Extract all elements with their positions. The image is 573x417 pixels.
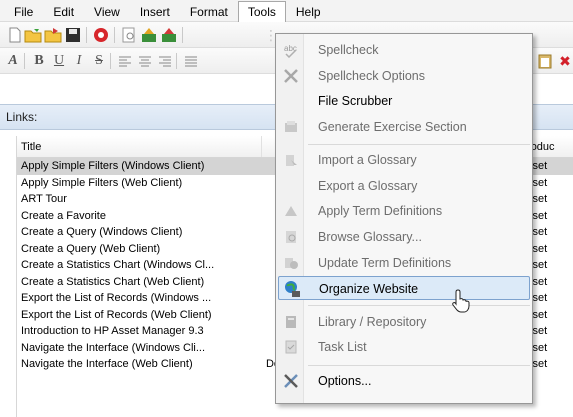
align-center-icon[interactable] <box>136 52 154 70</box>
open-recent-icon[interactable] <box>44 26 62 44</box>
organize-website-icon <box>283 280 301 298</box>
bold-icon[interactable]: B <box>30 52 48 70</box>
preview-icon[interactable] <box>120 26 138 44</box>
menu-item-library-repository[interactable]: Library / Repository <box>278 310 530 334</box>
text-style-icon[interactable]: A <box>4 52 22 70</box>
cell-title: Create a Statistics Chart (Web Client) <box>21 275 205 288</box>
mouse-cursor-icon <box>452 289 470 313</box>
delete-icon[interactable]: ✖ <box>556 52 573 70</box>
menu-edit[interactable]: Edit <box>43 1 84 21</box>
menu-item-spellcheck-options[interactable]: Spellcheck Options <box>278 64 530 88</box>
cell-title: Export the List of Records (Windows ... <box>21 292 212 304</box>
task-list-icon <box>282 338 300 356</box>
menu-item-export-glossary[interactable]: Export a Glossary <box>278 174 530 198</box>
cell-title: Create a Favorite <box>21 209 106 222</box>
menu-tools[interactable]: Tools <box>237 0 286 23</box>
cell-title: Export the List of Records (Web Client) <box>21 308 212 321</box>
browse-glossary-icon <box>282 228 300 246</box>
tools-icon <box>282 67 300 85</box>
new-document-icon[interactable] <box>6 26 24 44</box>
italic-icon[interactable]: I <box>70 52 88 70</box>
spellcheck-icon: abc <box>282 41 300 59</box>
align-left-icon[interactable] <box>116 52 134 70</box>
cell-title: Introduction to HP Asset Manager 9.3 <box>21 325 204 337</box>
import-glossary-icon <box>282 151 300 169</box>
upload-icon[interactable] <box>160 26 178 44</box>
cell-title: ART Tour <box>21 193 67 205</box>
menu-item-task-list[interactable]: Task List <box>278 335 530 359</box>
exercise-icon <box>282 118 300 136</box>
save-icon[interactable] <box>64 26 82 44</box>
align-right-icon[interactable] <box>156 52 174 70</box>
apply-terms-icon <box>282 202 300 220</box>
menu-item-spellcheck[interactable]: abc Spellcheck <box>278 38 530 62</box>
list-icon[interactable] <box>182 52 200 70</box>
menu-item-options[interactable]: Options... <box>278 369 530 393</box>
menu-file[interactable]: File <box>4 1 43 21</box>
tools-menu: abc Spellcheck Spellcheck Options File S… <box>275 33 533 404</box>
cell-title: Create a Query (Web Client) <box>21 242 161 255</box>
menu-item-file-scrubber[interactable]: File Scrubber <box>278 89 530 113</box>
cell-title: Apply Simple Filters (Web Client) <box>21 176 183 189</box>
menu-bar: File Edit View Insert Format Tools Help <box>0 0 573 23</box>
menu-help[interactable]: Help <box>286 1 331 21</box>
menu-item-update-terms[interactable]: Update Term Definitions <box>278 251 530 275</box>
menu-format[interactable]: Format <box>180 1 238 21</box>
menu-item-import-glossary[interactable]: Import a Glossary <box>278 148 530 172</box>
menu-view[interactable]: View <box>84 1 130 21</box>
library-icon <box>282 313 300 331</box>
update-terms-icon <box>282 254 300 272</box>
menu-insert[interactable]: Insert <box>130 1 180 21</box>
underline-icon[interactable]: U <box>50 52 68 70</box>
menu-item-organize-website[interactable]: Organize Website <box>278 276 530 300</box>
menu-item-apply-terms[interactable]: Apply Term Definitions <box>278 199 530 223</box>
open-folder-icon[interactable] <box>24 26 42 44</box>
paste-icon[interactable] <box>536 52 554 70</box>
record-icon[interactable] <box>92 26 110 44</box>
options-icon <box>282 372 300 390</box>
menu-item-generate-exercise[interactable]: Generate Exercise Section <box>278 115 530 139</box>
publish-icon[interactable] <box>140 26 158 44</box>
menu-item-browse-glossary[interactable]: Browse Glossary... <box>278 225 530 249</box>
cell-title: Create a Query (Windows Client) <box>21 226 183 238</box>
cell-title: Navigate the Interface (Windows Cli... <box>21 341 206 354</box>
cell-title: Navigate the Interface (Web Client) <box>21 358 193 370</box>
cell-title: Create a Statistics Chart (Windows Cl... <box>21 259 215 271</box>
column-title[interactable]: Title <box>17 136 262 157</box>
cell-title: Apply Simple Filters (Windows Client) <box>21 160 205 172</box>
strikethrough-icon[interactable]: S <box>90 52 108 70</box>
